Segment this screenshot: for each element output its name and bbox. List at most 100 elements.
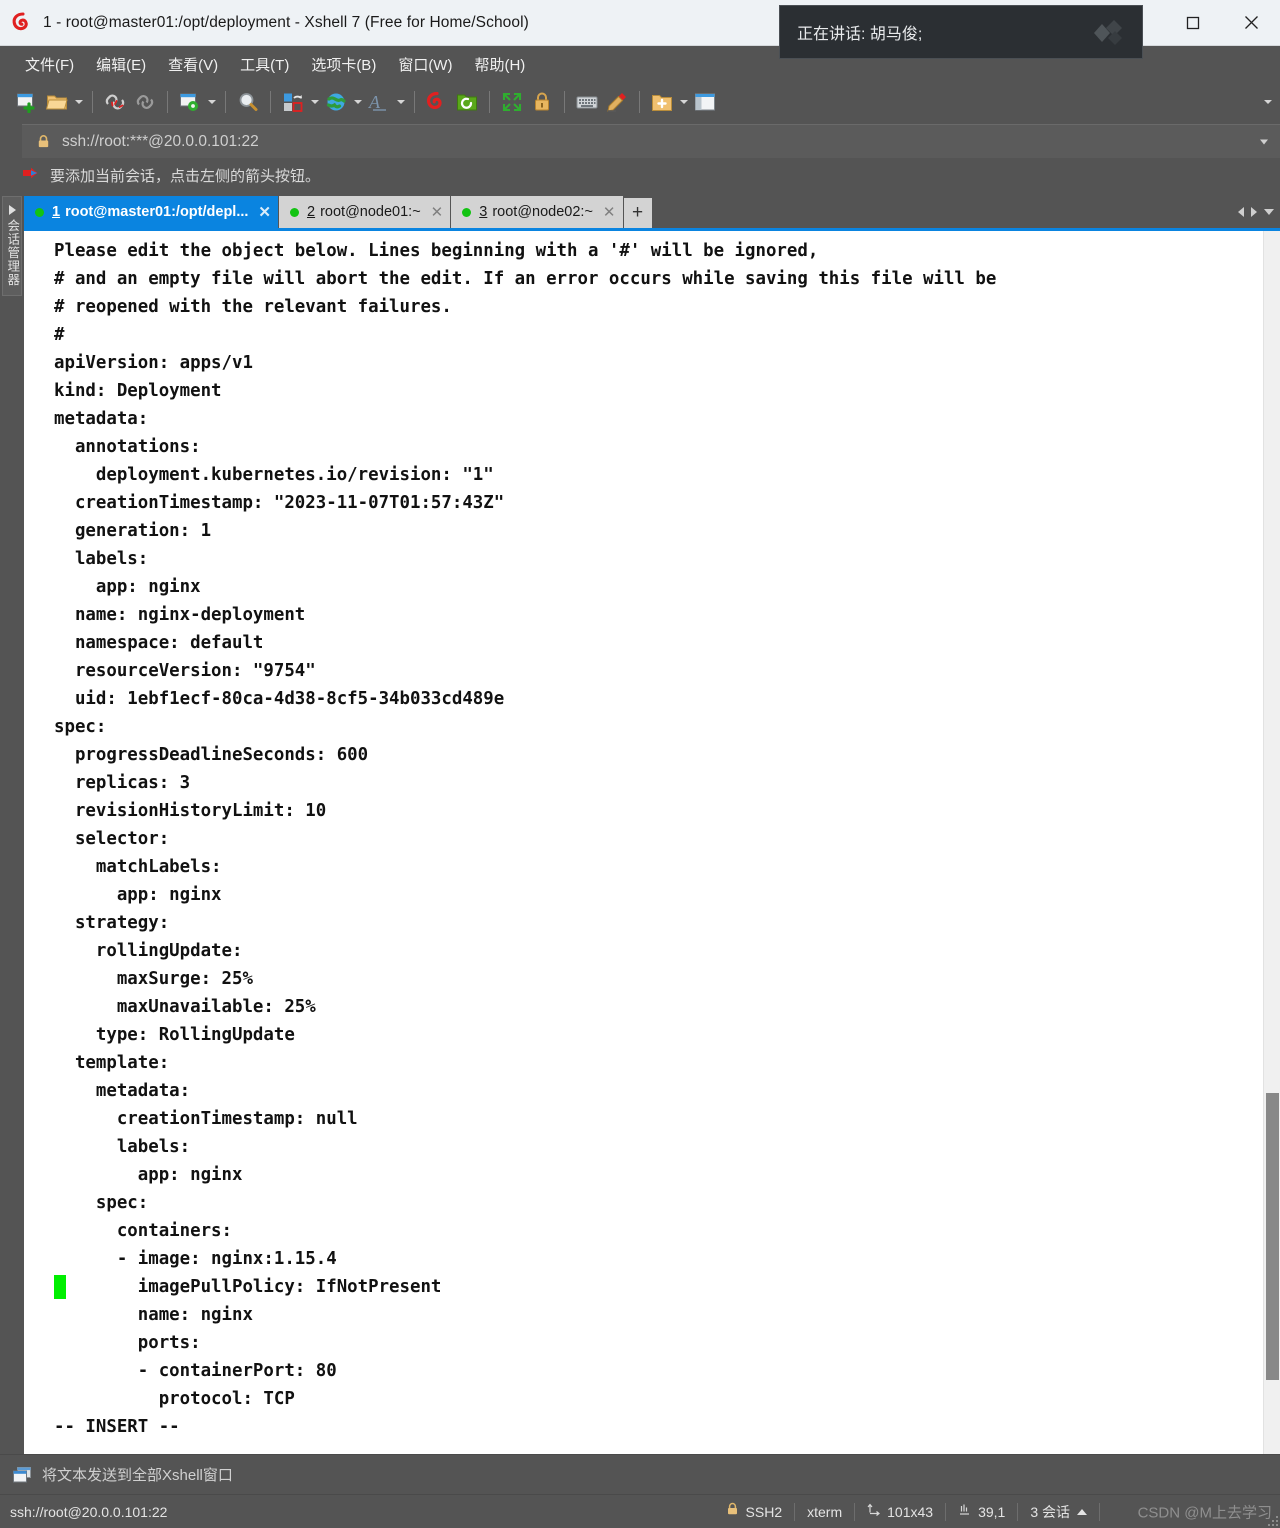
fullscreen-icon[interactable]	[497, 87, 527, 117]
menu-tools[interactable]: 工具(T)	[231, 51, 298, 78]
chevron-right-icon[interactable]	[1251, 207, 1257, 217]
send-to-all-bar[interactable]: 将文本发送到全部Xshell窗口	[0, 1454, 1280, 1494]
menu-help[interactable]: 帮助(H)	[465, 51, 534, 78]
terminal-line: deployment.kubernetes.io/revision: "1"	[54, 461, 1263, 489]
add-folder-icon[interactable]	[647, 87, 677, 117]
menu-edit[interactable]: 编辑(E)	[87, 51, 155, 78]
terminal-line-text: creationTimestamp: "2023-11-07T01:57:43Z…	[54, 493, 505, 513]
tab-2[interactable]: 2 root@node01:~ ✕	[279, 196, 451, 228]
font-icon[interactable]: A	[364, 87, 394, 117]
terminal-line: app: nginx	[54, 573, 1263, 601]
terminal-line-text: strategy:	[54, 913, 170, 933]
open-session-icon[interactable]	[42, 87, 72, 117]
file-transfer-dropdown[interactable]	[308, 87, 321, 117]
session-manager-panel[interactable]: 会话管理器	[2, 196, 22, 296]
font-dropdown[interactable]	[394, 87, 407, 117]
terminal-line-text: progressDeadlineSeconds: 600	[54, 745, 369, 765]
terminal-line: template:	[54, 1049, 1263, 1077]
find-icon[interactable]	[233, 87, 263, 117]
chevron-left-icon[interactable]	[1238, 207, 1244, 217]
tab-number: 1	[52, 204, 61, 220]
toolbar-overflow-icon[interactable]	[1264, 100, 1272, 104]
terminal-line-text: labels:	[54, 549, 149, 569]
terminal-line-text: creationTimestamp: null	[54, 1109, 358, 1129]
close-button[interactable]	[1222, 0, 1280, 45]
terminal-line: Please edit the object below. Lines begi…	[54, 237, 1263, 265]
session-properties-dropdown[interactable]	[205, 87, 218, 117]
open-session-dropdown[interactable]	[72, 87, 85, 117]
status-sessions-label: 3 会话	[1030, 1503, 1070, 1520]
hint-bar: 要添加当前会话，点击左侧的箭头按钮。	[0, 158, 1280, 192]
terminal-line-text: protocol: TCP	[54, 1389, 295, 1409]
status-security: SSH2	[714, 1495, 795, 1528]
address-input[interactable]: ssh://root:***@20.0.0.101:22	[62, 133, 259, 151]
tab-1[interactable]: 1 root@master01:/opt/depl... ✕	[24, 196, 278, 228]
terminal-line: # reopened with the relevant failures.	[54, 293, 1263, 321]
terminal-line-text: ports:	[54, 1333, 201, 1353]
tab-close-icon[interactable]: ✕	[431, 205, 444, 220]
tab-3[interactable]: 3 root@node02:~ ✕	[451, 196, 623, 228]
highlight-icon[interactable]	[602, 87, 632, 117]
menu-view[interactable]: 查看(V)	[159, 51, 227, 78]
terminal-line: ports:	[54, 1329, 1263, 1357]
terminal-line: creationTimestamp: "2023-11-07T01:57:43Z…	[54, 489, 1263, 517]
terminal-line-text: resourceVersion: "9754"	[54, 661, 316, 681]
file-transfer-icon[interactable]	[278, 87, 308, 117]
tab-close-icon[interactable]: ✕	[603, 205, 616, 220]
xftp-icon[interactable]	[452, 87, 482, 117]
terminal-scrollbar[interactable]	[1263, 231, 1280, 1454]
reconnect-icon[interactable]	[130, 87, 160, 117]
terminal-line: - containerPort: 80	[54, 1357, 1263, 1385]
terminal-line: selector:	[54, 825, 1263, 853]
expand-arrow-icon[interactable]	[8, 205, 16, 215]
chevron-down-icon[interactable]	[1264, 209, 1274, 215]
menu-file[interactable]: 文件(F)	[16, 51, 83, 78]
disconnect-icon[interactable]	[100, 87, 130, 117]
lock-icon[interactable]	[527, 87, 557, 117]
terminal-line: progressDeadlineSeconds: 600	[54, 741, 1263, 769]
new-session-icon[interactable]	[12, 87, 42, 117]
terminal-line-text: metadata:	[54, 1081, 191, 1101]
resize-grip[interactable]	[1266, 1514, 1278, 1526]
layout-icon[interactable]	[690, 87, 720, 117]
terminal-line-text: - image: nginx:1.15.4	[54, 1249, 337, 1269]
terminal-line-text: app: nginx	[54, 1165, 243, 1185]
toolbar-separator	[564, 91, 565, 113]
menu-tabs[interactable]: 选项卡(B)	[302, 51, 385, 78]
globe-icon[interactable]	[321, 87, 351, 117]
maximize-button[interactable]	[1164, 0, 1222, 45]
main-column: 1 root@master01:/opt/depl... ✕ 2 root@no…	[24, 192, 1280, 1454]
new-tab-button[interactable]: +	[623, 198, 652, 228]
terminal-line-text: deployment.kubernetes.io/revision: "1"	[54, 465, 494, 485]
body-area: 会话管理器 1 root@master01:/opt/depl... ✕ 2 r…	[0, 192, 1280, 1454]
xshell-icon[interactable]	[422, 87, 452, 117]
session-manager-sidebar[interactable]: 会话管理器	[0, 192, 24, 1454]
terminal-line: labels:	[54, 1133, 1263, 1161]
add-folder-dropdown[interactable]	[677, 87, 690, 117]
status-security-label: SSH2	[745, 1503, 783, 1520]
chevron-down-icon[interactable]	[1260, 139, 1268, 144]
status-url: ssh://root@20.0.0.101:22	[10, 1503, 168, 1520]
terminal-screen[interactable]: Please edit the object below. Lines begi…	[24, 231, 1263, 1454]
chevron-up-icon[interactable]	[1077, 1508, 1087, 1515]
address-bar[interactable]: ssh://root:***@20.0.0.101:22	[22, 124, 1280, 158]
menu-window[interactable]: 窗口(W)	[389, 51, 461, 78]
tab-close-icon[interactable]: ✕	[258, 205, 271, 220]
terminal-line: apiVersion: apps/v1	[54, 349, 1263, 377]
terminal-line: namespace: default	[54, 629, 1263, 657]
terminal-line-text: uid: 1ebf1ecf-80ca-4d38-8cf5-34b033cd489…	[54, 689, 505, 709]
status-sessions[interactable]: 3 会话	[1018, 1495, 1099, 1528]
scrollbar-thumb[interactable]	[1266, 1093, 1279, 1380]
hint-text: 要添加当前会话，点击左侧的箭头按钮。	[50, 167, 321, 185]
terminal-line-text: template:	[54, 1053, 170, 1073]
keyboard-icon[interactable]	[572, 87, 602, 117]
terminal-line-text: name: nginx-deployment	[54, 605, 306, 625]
status-term-type: xterm	[795, 1495, 854, 1528]
terminal-line-text: # reopened with the relevant failures.	[54, 297, 452, 317]
terminal-line: # and an empty file will abort the edit.…	[54, 265, 1263, 293]
tab-number: 3	[479, 204, 488, 220]
terminal-line-text: metadata:	[54, 409, 149, 429]
globe-dropdown[interactable]	[351, 87, 364, 117]
terminal-line-text: selector:	[54, 829, 170, 849]
session-properties-icon[interactable]	[175, 87, 205, 117]
